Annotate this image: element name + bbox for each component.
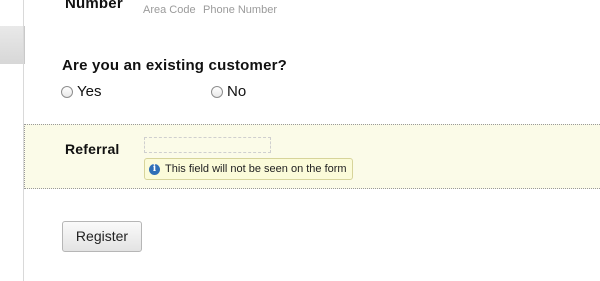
radio-button-no[interactable]	[211, 85, 223, 98]
phone-number-label: Number	[65, 0, 123, 12]
info-icon: i	[149, 163, 160, 175]
hidden-field-hint: i This field will not be seen on the for…	[144, 158, 353, 180]
radio-label-no[interactable]: No	[227, 83, 246, 100]
left-panel-edge	[0, 0, 25, 281]
radio-option-no[interactable]: No	[211, 83, 246, 100]
radio-button-yes[interactable]	[61, 85, 73, 98]
hidden-field-hint-text: This field will not be seen on the form	[165, 163, 347, 175]
radio-option-yes[interactable]: Yes	[61, 83, 101, 100]
radio-label-yes[interactable]: Yes	[77, 83, 101, 100]
register-button[interactable]: Register	[62, 221, 142, 252]
area-code-sublabel: Area Code	[143, 4, 196, 16]
existing-customer-question: Are you an existing customer?	[62, 57, 288, 74]
left-panel-tab[interactable]	[0, 26, 25, 64]
referral-label: Referral	[65, 141, 120, 157]
referral-input[interactable]	[144, 137, 271, 153]
phone-number-sublabel: Phone Number	[203, 4, 277, 16]
